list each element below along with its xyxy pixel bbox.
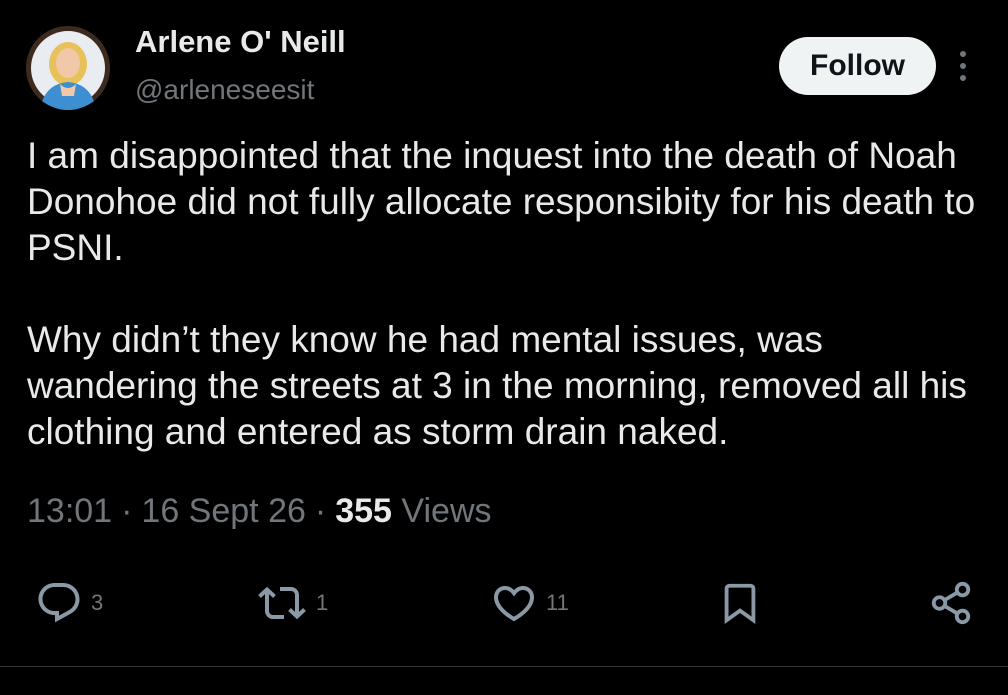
avatar[interactable] <box>26 26 110 110</box>
share-button[interactable] <box>928 578 974 628</box>
like-button[interactable]: 11 <box>490 578 569 628</box>
divider <box>0 666 1008 667</box>
repost-button[interactable]: 1 <box>256 578 328 628</box>
tweet-meta: 13:01 · 16 Sept 26 · 355 Views <box>27 492 492 531</box>
repost-count: 1 <box>316 590 329 615</box>
tweet-text: I am disappointed that the inquest into … <box>27 133 987 455</box>
like-count: 11 <box>546 590 569 615</box>
author-name[interactable]: Arlene O' Neill <box>135 24 346 60</box>
share-icon <box>931 581 971 625</box>
tweet-paragraph: I am disappointed that the inquest into … <box>27 135 976 268</box>
reply-count: 3 <box>91 590 104 615</box>
follow-button[interactable]: Follow <box>779 37 936 95</box>
bookmark-button[interactable] <box>717 578 763 628</box>
tweet-date[interactable]: 16 Sept 26 <box>141 492 305 530</box>
reply-icon <box>38 583 80 623</box>
avatar-image <box>26 26 110 110</box>
meta-separator: · <box>314 492 327 530</box>
action-bar: 3 1 11 <box>0 578 1008 628</box>
meta-separator: · <box>121 492 133 530</box>
tweet-time[interactable]: 13:01 <box>27 492 112 530</box>
repost-icon <box>258 586 306 620</box>
author-handle[interactable]: @arleneseesit <box>135 74 314 106</box>
tweet: Arlene O' Neill @arleneseesit Follow I a… <box>0 0 1008 695</box>
views-label: Views <box>401 492 492 530</box>
bookmark-icon <box>724 583 756 624</box>
views-count: 355 <box>335 492 392 530</box>
more-icon[interactable] <box>950 48 976 84</box>
heart-icon <box>493 586 535 622</box>
reply-button[interactable]: 3 <box>35 578 103 628</box>
tweet-paragraph: Why didn’t they know he had mental issue… <box>27 319 967 452</box>
